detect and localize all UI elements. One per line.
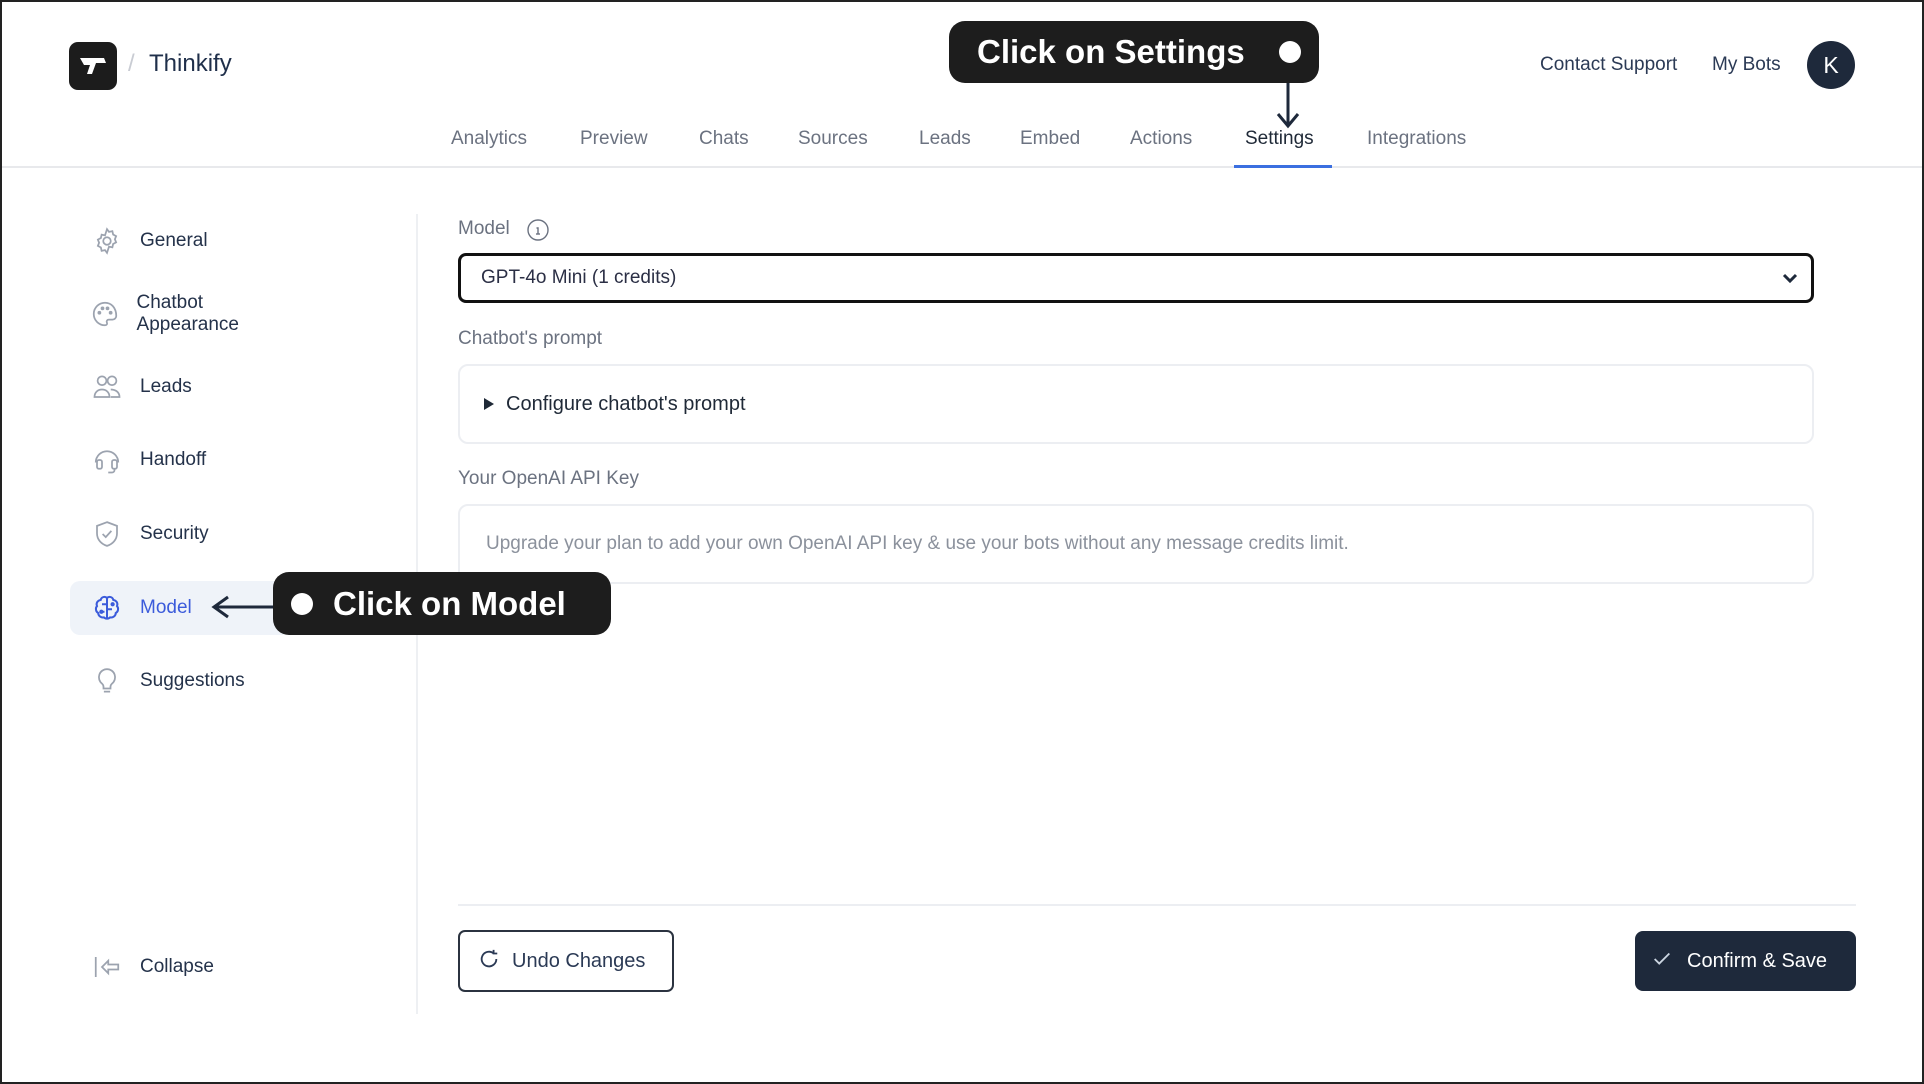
model-select[interactable]: GPT-4o Mini (1 credits) — [458, 253, 1814, 303]
my-bots-link[interactable]: My Bots — [1712, 54, 1781, 76]
footer-divider — [458, 904, 1856, 906]
avatar[interactable]: K — [1807, 41, 1855, 89]
lightbulb-icon — [90, 664, 124, 698]
shield-check-icon — [90, 517, 124, 551]
sidebar-collapse-button[interactable]: Collapse — [70, 940, 292, 994]
tab-integrations[interactable]: Integrations — [1367, 128, 1466, 164]
brain-icon — [90, 591, 124, 625]
nav-tabs: Analytics Preview Chats Sources Leads Em… — [0, 118, 1924, 168]
info-icon[interactable] — [526, 218, 550, 242]
api-key-upgrade-notice: Upgrade your plan to add your own OpenAI… — [458, 504, 1814, 584]
callout-dot-icon — [291, 592, 313, 615]
sidebar-item-general[interactable]: General — [70, 214, 292, 268]
settings-callout: Click on Settings — [949, 21, 1319, 83]
contact-support-link[interactable]: Contact Support — [1540, 54, 1677, 76]
model-callout: Click on Model — [273, 572, 611, 635]
api-key-message: Upgrade your plan to add your own OpenAI… — [486, 533, 1349, 554]
sidebar-item-label: Model — [140, 597, 192, 618]
undo-changes-button[interactable]: Undo Changes — [458, 930, 674, 992]
tab-embed[interactable]: Embed — [1020, 128, 1080, 164]
sidebar-item-label: Leads — [140, 376, 192, 397]
settings-callout-text: Click on Settings — [977, 33, 1245, 70]
sidebar-item-suggestions[interactable]: Suggestions — [70, 654, 292, 708]
thinkify-logo-icon[interactable] — [69, 42, 117, 90]
sidebar-item-label: General — [140, 230, 208, 251]
configure-prompt-disclosure[interactable]: Configure chatbot's prompt — [458, 364, 1814, 444]
tab-sources[interactable]: Sources — [798, 128, 868, 164]
tab-actions[interactable]: Actions — [1130, 128, 1192, 164]
tab-chats[interactable]: Chats — [699, 128, 749, 164]
sidebar-item-label: Security — [140, 523, 209, 544]
api-key-label: Your OpenAI API Key — [458, 468, 639, 489]
avatar-initial: K — [1823, 51, 1839, 78]
model-label: Model — [458, 218, 510, 239]
callout-dot-icon — [1279, 41, 1301, 63]
gear-icon — [90, 224, 124, 258]
tab-preview[interactable]: Preview — [580, 128, 648, 164]
sidebar-item-leads[interactable]: Leads — [70, 360, 292, 414]
sidebar-item-label: Chatbot Appearance — [136, 292, 239, 335]
collapse-label: Collapse — [140, 956, 214, 977]
confirm-save-label: Confirm & Save — [1687, 949, 1828, 972]
confirm-save-button[interactable]: Confirm & Save — [1635, 931, 1856, 991]
prompt-label: Chatbot's prompt — [458, 328, 603, 349]
breadcrumb-separator: / — [128, 50, 135, 77]
sidebar-item-chatbot-appearance[interactable]: Chatbot Appearance — [70, 287, 292, 341]
tab-settings[interactable]: Settings — [1245, 128, 1314, 164]
headset-icon — [90, 443, 124, 477]
palette-icon — [90, 297, 121, 331]
undo-changes-label: Undo Changes — [512, 949, 646, 972]
chevron-down-icon — [1781, 270, 1799, 291]
model-callout-text: Click on Model — [333, 584, 566, 622]
tab-analytics[interactable]: Analytics — [451, 128, 527, 164]
model-select-value: GPT-4o Mini (1 credits) — [481, 267, 677, 288]
sidebar-item-label: Handoff — [140, 449, 207, 470]
sidebar-item-handoff[interactable]: Handoff — [70, 433, 292, 487]
disclosure-triangle-icon — [484, 398, 494, 410]
sidebar-item-label: Suggestions — [140, 670, 245, 691]
sidebar-item-model[interactable]: Model — [70, 581, 292, 635]
check-icon — [1651, 948, 1673, 975]
app-name[interactable]: Thinkify — [149, 50, 232, 78]
sidebar-item-security[interactable]: Security — [70, 507, 292, 561]
refresh-icon — [478, 948, 500, 975]
configure-prompt-summary: Configure chatbot's prompt — [506, 392, 746, 415]
tab-leads[interactable]: Leads — [919, 128, 971, 164]
active-tab-indicator — [1234, 165, 1332, 168]
collapse-icon — [90, 950, 124, 984]
users-icon — [90, 370, 124, 404]
